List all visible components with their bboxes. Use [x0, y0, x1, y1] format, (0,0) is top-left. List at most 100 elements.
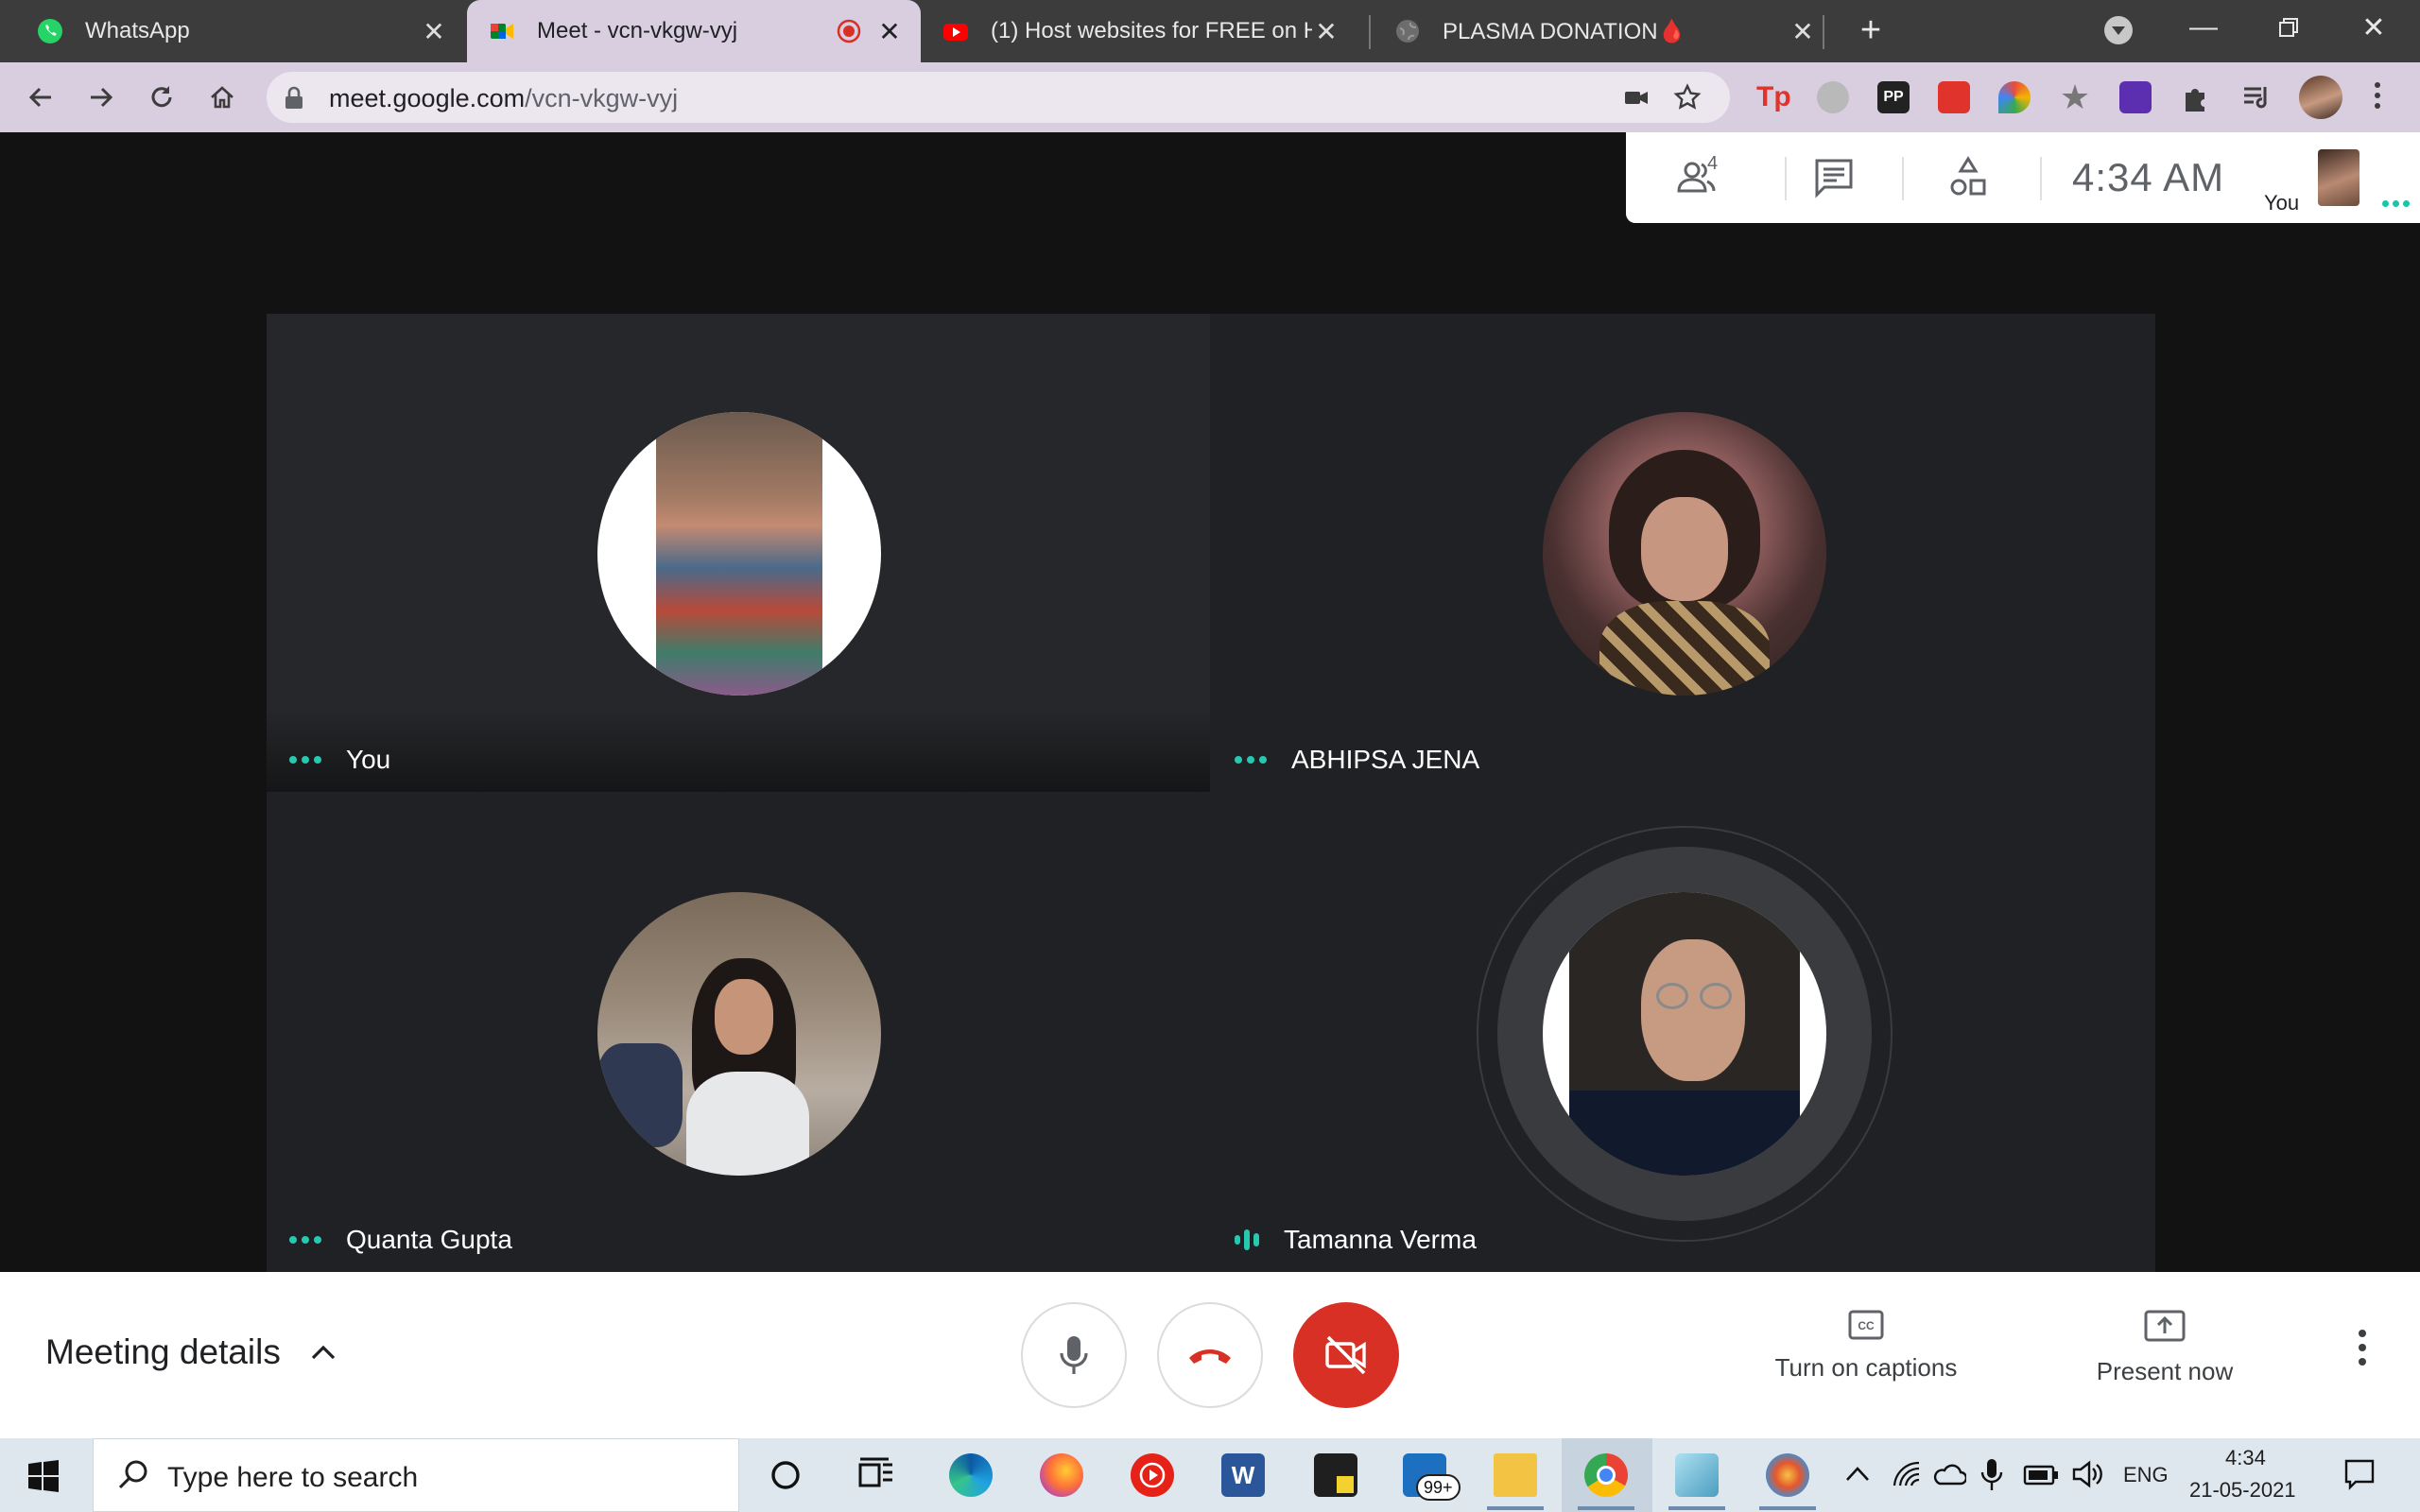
- youtube-icon: [943, 24, 968, 41]
- microphone-in-use-icon[interactable]: [1979, 1457, 2004, 1493]
- self-view-thumbnail[interactable]: [2318, 149, 2360, 206]
- participant-name: You: [346, 745, 391, 774]
- word-icon[interactable]: W: [1221, 1453, 1265, 1497]
- hang-up-icon: [1189, 1349, 1231, 1364]
- extension-pp-icon[interactable]: PP: [1877, 81, 1910, 113]
- taskbar-search-box[interactable]: Type here to search: [93, 1438, 739, 1512]
- chevron-up-icon[interactable]: [1843, 1463, 1872, 1486]
- url-host: meet.google.com: [329, 84, 526, 112]
- camera-toggle-button[interactable]: [1293, 1302, 1399, 1408]
- captions-button[interactable]: CC Turn on captions: [1753, 1310, 1979, 1404]
- participant-tile-you[interactable]: You: [267, 314, 1210, 792]
- leave-call-button[interactable]: [1157, 1302, 1263, 1408]
- battery-icon[interactable]: [2023, 1463, 2061, 1487]
- microphone-icon: [1060, 1336, 1088, 1374]
- media-control-icon[interactable]: [2240, 81, 2273, 113]
- participant-tile-quanta-gupta[interactable]: Quanta Gupta: [267, 794, 1210, 1272]
- tab-title: (1) Host websites for FREE on HE: [991, 18, 1312, 43]
- participant-nameplate: You: [289, 741, 390, 779]
- extension-heart-icon[interactable]: [1998, 81, 2031, 113]
- onedrive-cloud-icon[interactable]: [1932, 1459, 1966, 1489]
- close-window-button[interactable]: ✕: [2331, 0, 2416, 55]
- taskbar-time[interactable]: 4:34: [2225, 1446, 2266, 1470]
- chat-icon[interactable]: [1809, 155, 1858, 202]
- people-count: 4: [1707, 153, 1719, 174]
- microphone-button[interactable]: [1021, 1302, 1127, 1408]
- search-icon: [118, 1460, 147, 1489]
- minimize-window-button[interactable]: —: [2161, 0, 2246, 55]
- network-icon[interactable]: [1891, 1459, 1923, 1489]
- paint-icon[interactable]: [1766, 1453, 1809, 1497]
- extension-tp-icon[interactable]: Tp: [1756, 81, 1791, 113]
- extension-purple-icon[interactable]: [2119, 81, 2152, 113]
- svg-text:CC: CC: [1858, 1319, 1875, 1332]
- extensions-puzzle-icon[interactable]: [2180, 81, 2212, 113]
- windows-start-icon[interactable]: [26, 1459, 60, 1493]
- url-path: /vcn-vkgw-vyj: [525, 84, 679, 112]
- present-now-label: Present now: [2096, 1357, 2234, 1385]
- audio-indicator-dots: [1235, 756, 1267, 764]
- tab-close-icon[interactable]: ✕: [875, 17, 904, 46]
- browser-toolbar: meet.google.com/vcn-vkgw-vyj Tp PP ★: [0, 62, 2420, 132]
- tab-close-icon[interactable]: ✕: [420, 17, 448, 46]
- tab-search-icon[interactable]: [2104, 16, 2133, 44]
- bookmark-star-icon[interactable]: [1673, 83, 1702, 112]
- input-language[interactable]: ENG: [2123, 1463, 2169, 1487]
- new-tab-button[interactable]: +: [1851, 11, 1891, 51]
- tab-youtube[interactable]: (1) Host websites for FREE on HE ✕: [923, 0, 1357, 62]
- tab-title: Meet - vcn-vkgw-vyj: [537, 18, 738, 43]
- tab-whatsapp[interactable]: WhatsApp ✕: [0, 0, 465, 62]
- reload-button[interactable]: [142, 77, 182, 117]
- profile-avatar[interactable]: [2299, 76, 2342, 119]
- firefox-icon[interactable]: [1040, 1453, 1083, 1497]
- tab-close-icon[interactable]: ✕: [1789, 17, 1817, 46]
- tab-meet[interactable]: Meet - vcn-vkgw-vyj ✕: [467, 0, 921, 62]
- tab-title: PLASMA DONATION🩸: [1443, 18, 1686, 44]
- present-now-button[interactable]: Present now: [2051, 1310, 2278, 1404]
- audio-indicator-dots: [289, 756, 321, 764]
- lock-icon[interactable]: [284, 86, 304, 111]
- edge-icon[interactable]: [949, 1453, 993, 1497]
- more-options-button[interactable]: [2348, 1323, 2377, 1389]
- taskbar-date[interactable]: 21-05-2021: [2189, 1478, 2296, 1503]
- address-bar[interactable]: meet.google.com/vcn-vkgw-vyj: [267, 72, 1730, 123]
- restore-window-button[interactable]: [2246, 0, 2331, 55]
- extension-star-icon[interactable]: ★: [2059, 80, 2091, 114]
- camera-in-use-icon[interactable]: [1622, 83, 1651, 112]
- file-explorer-icon[interactable]: [1494, 1453, 1537, 1497]
- tab-plasma-donation[interactable]: PLASMA DONATION🩸 ✕: [1373, 0, 1834, 62]
- snip-tool-icon[interactable]: [1675, 1453, 1719, 1497]
- meeting-details-button[interactable]: Meeting details: [45, 1332, 337, 1372]
- sticky-notes-icon[interactable]: [1314, 1453, 1357, 1497]
- notifications-icon[interactable]: [2342, 1457, 2377, 1491]
- chrome-icon[interactable]: [1584, 1453, 1628, 1497]
- whatsapp-icon: [38, 19, 62, 43]
- cortana-icon[interactable]: [764, 1453, 807, 1497]
- participant-name: Quanta Gupta: [346, 1225, 512, 1254]
- tab-separator: [1823, 15, 1824, 49]
- volume-icon[interactable]: [2070, 1459, 2104, 1489]
- running-indicator: [1759, 1506, 1816, 1510]
- home-button[interactable]: [202, 77, 242, 117]
- task-view-icon[interactable]: [855, 1453, 898, 1497]
- extension-bookmark-icon[interactable]: [1938, 81, 1970, 113]
- participant-grid: You ABHIPSA JENA Quanta Gupta Tamanna Ve…: [267, 314, 2155, 1272]
- participant-avatar: [1543, 412, 1826, 696]
- forward-button[interactable]: [81, 77, 121, 117]
- tab-close-icon[interactable]: ✕: [1312, 17, 1340, 46]
- participant-tile-abhipsa-jena[interactable]: ABHIPSA JENA: [1212, 314, 2155, 792]
- activities-icon[interactable]: [1944, 155, 1993, 202]
- youtube-music-icon[interactable]: [1131, 1453, 1174, 1497]
- back-button[interactable]: [21, 77, 60, 117]
- participant-avatar: [597, 412, 881, 696]
- browser-menu-button[interactable]: [2363, 77, 2392, 117]
- extension-disc-icon[interactable]: [1817, 81, 1849, 113]
- participant-avatar: [1543, 892, 1826, 1176]
- mail-icon[interactable]: 99+: [1403, 1453, 1461, 1501]
- audio-indicator-dots: [289, 1236, 321, 1244]
- camera-off-icon: [1325, 1335, 1366, 1375]
- participant-tile-tamanna-verma[interactable]: Tamanna Verma: [1212, 794, 2155, 1272]
- present-screen-icon: [2144, 1310, 2186, 1342]
- captions-label: Turn on captions: [1774, 1353, 1958, 1382]
- participant-avatar: [597, 892, 881, 1176]
